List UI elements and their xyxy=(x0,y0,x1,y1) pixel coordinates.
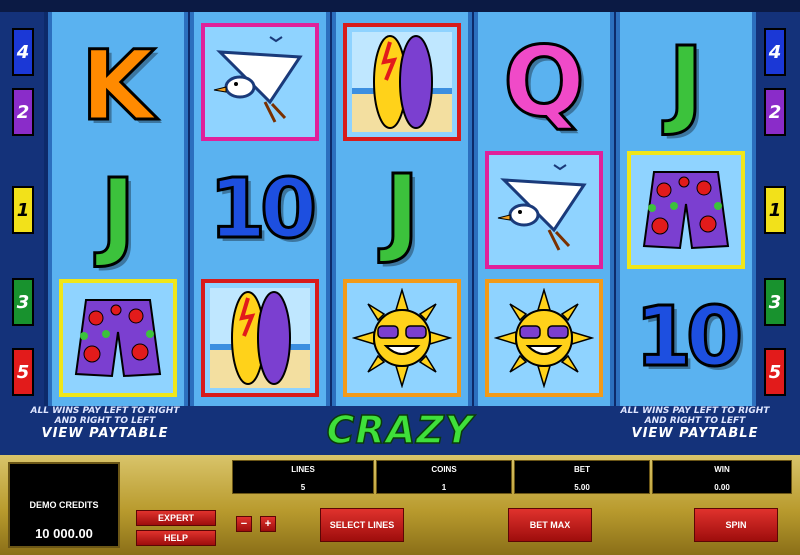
bet-max-button[interactable]: BET MAX xyxy=(508,508,592,542)
payline-number: 4 xyxy=(768,41,782,63)
shorts-icon xyxy=(627,151,745,269)
surfboards-icon xyxy=(201,279,319,397)
symbol-sun xyxy=(482,276,606,400)
symbol-letter: Q xyxy=(502,26,587,138)
payline-number: 2 xyxy=(16,101,30,123)
top-bar xyxy=(0,0,800,12)
symbol-letter: J xyxy=(383,154,422,266)
win-rule-line2: AND RIGHT TO LEFT xyxy=(54,416,156,426)
coins-display: COINS 1 xyxy=(376,460,512,494)
reel-4: Q xyxy=(474,12,614,406)
coins-value: 1 xyxy=(441,483,447,492)
demo-credits-value: 10 000.00 xyxy=(35,526,93,541)
symbol-sun xyxy=(340,276,464,400)
view-paytable-link-left[interactable]: VIEW PAYTABLE xyxy=(0,427,210,440)
win-value: 0.00 xyxy=(714,483,730,492)
shorts-icon xyxy=(59,279,177,397)
symbol-surfboards xyxy=(340,20,464,144)
payline-number: 1 xyxy=(16,199,30,221)
help-button[interactable]: HELP xyxy=(136,530,216,546)
left-info: ALL WINS PAY LEFT TO RIGHT AND RIGHT TO … xyxy=(0,406,210,440)
sun-icon xyxy=(343,279,461,397)
decrease-coins-button[interactable]: − xyxy=(236,516,252,532)
symbol-j: J xyxy=(56,152,180,276)
symbol-ten: 10 xyxy=(633,290,744,385)
symbol-shorts xyxy=(56,276,180,400)
win-rule-line1: ALL WINS PAY LEFT TO RIGHT xyxy=(620,406,770,416)
symbol-j: J xyxy=(624,20,748,144)
increase-coins-button[interactable]: + xyxy=(260,516,276,532)
reel-5: J 10 xyxy=(616,12,756,406)
lines-display: LINES 5 xyxy=(232,460,374,494)
credits-display: DEMO CREDITS 10 000.00 xyxy=(8,462,120,548)
win-rule-line1: ALL WINS PAY LEFT TO RIGHT xyxy=(30,406,180,416)
win-label: WIN xyxy=(714,465,730,474)
payline-left-4[interactable]: 4 xyxy=(12,28,34,76)
lines-value: 5 xyxy=(300,483,306,492)
win-display: WIN 0.00 xyxy=(652,460,792,494)
reel-2: 10 xyxy=(190,12,330,406)
seagull-icon xyxy=(201,23,319,141)
payline-number: 4 xyxy=(16,41,30,63)
symbol-letter: J xyxy=(99,158,138,270)
payline-left-1[interactable]: 1 xyxy=(12,186,34,234)
payline-number: 5 xyxy=(16,361,30,383)
symbol-ten: 10 xyxy=(207,162,318,257)
symbol-j: J xyxy=(340,148,464,272)
symbol-10: 10 xyxy=(624,276,748,400)
symbol-10: 10 xyxy=(198,148,322,272)
bet-label: BET xyxy=(574,465,590,474)
right-info: ALL WINS PAY LEFT TO RIGHT AND RIGHT TO … xyxy=(590,406,800,440)
symbol-letter: K xyxy=(79,30,156,142)
demo-credits-label: DEMO CREDITS xyxy=(29,500,99,510)
symbol-surfboards xyxy=(198,276,322,400)
spin-button[interactable]: SPIN xyxy=(694,508,778,542)
symbol-q: Q xyxy=(482,20,606,144)
bet-display: BET 5.00 xyxy=(514,460,650,494)
bet-value: 5.00 xyxy=(574,483,590,492)
symbol-letter: J xyxy=(667,26,706,138)
win-rule-line2: AND RIGHT TO LEFT xyxy=(644,416,746,426)
payline-right-5[interactable]: 5 xyxy=(764,348,786,396)
symbol-seagull xyxy=(198,20,322,144)
payline-right-4[interactable]: 4 xyxy=(764,28,786,76)
surfboards-icon xyxy=(343,23,461,141)
payline-right-1[interactable]: 1 xyxy=(764,186,786,234)
symbol-seagull xyxy=(482,148,606,272)
symbol-k: K xyxy=(56,24,180,148)
payline-left-3[interactable]: 3 xyxy=(12,278,34,326)
payline-right-2[interactable]: 2 xyxy=(764,88,786,136)
reels-area: K J 10 J Q J 10 xyxy=(44,12,756,406)
payline-number: 2 xyxy=(768,101,782,123)
reel-3: J xyxy=(332,12,472,406)
symbol-shorts xyxy=(624,148,748,272)
seagull-icon xyxy=(485,151,603,269)
reel-1: KJ xyxy=(48,12,188,406)
expert-button[interactable]: EXPERT xyxy=(136,510,216,526)
payline-left-5[interactable]: 5 xyxy=(12,348,34,396)
payline-number: 5 xyxy=(768,361,782,383)
sun-icon xyxy=(485,279,603,397)
payline-left-2[interactable]: 2 xyxy=(12,88,34,136)
payline-right-3[interactable]: 3 xyxy=(764,278,786,326)
lines-label: LINES xyxy=(291,465,315,474)
view-paytable-link-right[interactable]: VIEW PAYTABLE xyxy=(590,427,800,440)
payline-number: 3 xyxy=(768,291,782,313)
payline-number: 1 xyxy=(768,199,782,221)
payline-number: 3 xyxy=(16,291,30,313)
select-lines-button[interactable]: SELECT LINES xyxy=(320,508,404,542)
coins-label: COINS xyxy=(431,465,457,474)
